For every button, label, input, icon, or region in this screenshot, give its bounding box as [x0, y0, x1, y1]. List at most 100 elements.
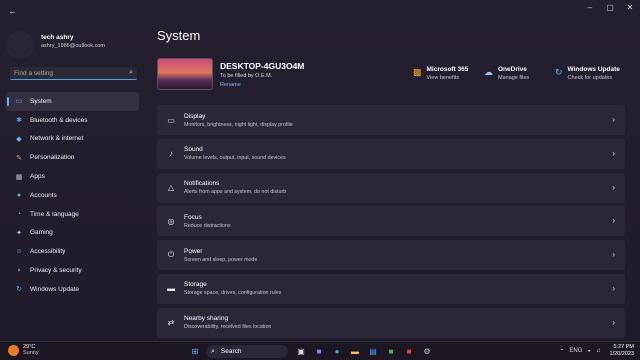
chevron-right-icon: › — [612, 115, 615, 124]
sidebar-item-windows-update[interactable]: ↻ Windows Update — [6, 280, 139, 299]
camtasia-icon[interactable]: ■ — [384, 345, 398, 359]
storage-icon: ▬ — [167, 284, 175, 294]
quick-link-subtitle: Check for updates — [567, 75, 613, 81]
settings-card-description: Reduce distractions — [184, 222, 231, 229]
quick-link-microsoft-365[interactable]: ▩ Microsoft 365 View benefits — [413, 66, 468, 81]
settings-card-title: Storage — [184, 281, 207, 289]
rename-link[interactable]: Rename — [220, 82, 241, 88]
device-wallpaper-thumbnail — [157, 58, 213, 90]
sidebar-item-label: System — [30, 97, 52, 105]
sidebar-item-privacy-security[interactable]: ◗ Privacy & security — [6, 261, 139, 280]
search-input[interactable] — [14, 69, 122, 77]
weather-widget[interactable]: 29°C Sunny — [8, 344, 39, 356]
sidebar-item-gaming[interactable]: ✦ Gaming — [6, 224, 139, 243]
page-title: System — [157, 28, 201, 43]
taskbar: 29°C Sunny ⊞ ⌕ Search ▣ ■ ● ▬ ▤ ■ ■ ⚙ ⌃ ENG ◒ ♫ 5:… — [0, 341, 640, 360]
search-icon[interactable]: ⌕ — [129, 69, 133, 77]
language-indicator[interactable]: ENG — [569, 348, 582, 354]
wifi-icon: ◆ — [16, 135, 22, 143]
minimize-button[interactable]: – — [580, 0, 600, 14]
wifi-icon[interactable]: ◒ — [587, 348, 591, 354]
shield-icon: ◗ — [16, 267, 22, 275]
sidebar-item-network-internet[interactable]: ◆ Network & internet — [6, 130, 139, 149]
settings-card-description: Storage space, drives, configuration rul… — [184, 290, 282, 297]
taskbar-apps: ⊞ ⌕ Search ▣ ■ ● ▬ ▤ ■ ■ ⚙ — [188, 344, 438, 359]
quick-link-title: Microsoft 365 — [426, 66, 469, 73]
search-icon: ⌕ — [211, 347, 215, 355]
settings-card-title: Nearby sharing — [184, 315, 229, 323]
settings-card-description: Discoverability, received files location — [184, 324, 272, 331]
task-view-icon[interactable]: ▣ — [294, 345, 308, 359]
sidebar-item-label: Apps — [30, 173, 45, 181]
settings-card-notifications[interactable]: △ Notifications Alerts from apps and syste… — [157, 172, 625, 203]
close-button[interactable]: ✕ — [620, 0, 640, 14]
quick-link-subtitle: Manage files — [498, 75, 530, 81]
device-subtitle: To be filled by O.E.M. — [220, 73, 273, 79]
settings-card-sound[interactable]: ♪ Sound Volume levels, output, input, soun… — [157, 138, 625, 169]
clock-date: 1/20/2023 — [609, 351, 634, 357]
recorder-icon[interactable]: ■ — [402, 345, 416, 359]
settings-card-storage[interactable]: ▬ Storage Storage space, drives, configura… — [157, 273, 625, 304]
chat-icon[interactable]: ■ — [312, 345, 326, 359]
edge-icon[interactable]: ● — [330, 345, 344, 359]
onedrive-icon: ☁ — [484, 67, 493, 77]
sidebar-item-personalization[interactable]: ✎ Personalization — [6, 148, 139, 167]
settings-card-description: Screen and sleep, power mode — [184, 256, 258, 263]
apps-icon: ▦ — [15, 173, 23, 181]
avatar[interactable] — [6, 31, 34, 59]
quick-link-onedrive[interactable]: ☁ OneDrive Manage files — [484, 66, 529, 81]
display-icon: ▭ — [167, 115, 175, 125]
sidebar-nav: ▭ System ✱ Bluetooth & devices ◆ Network & in… — [6, 92, 139, 299]
sidebar-item-label: Accounts — [30, 191, 57, 199]
settings-window: ← – ▢ ✕ tech ashry ashry_1986@outlook.co… — [0, 0, 640, 341]
settings-card-power[interactable]: ⏻ Power Screen and sleep, power mode › — [157, 240, 625, 271]
maximize-button[interactable]: ▢ — [600, 0, 620, 14]
store-icon[interactable]: ▤ — [366, 345, 380, 359]
quick-link-windows-update[interactable]: ↻ Windows Update Check for updates — [555, 66, 620, 81]
settings-card-nearby-sharing[interactable]: ⇄ Nearby sharing Discoverability, received… — [157, 307, 625, 338]
chevron-up-icon[interactable]: ⌃ — [559, 348, 564, 355]
sidebar-item-accessibility[interactable]: ☺ Accessibility — [6, 242, 139, 261]
taskbar-search[interactable]: ⌕ Search — [206, 345, 288, 358]
sidebar-item-label: Gaming — [30, 229, 53, 237]
sidebar-item-apps[interactable]: ▦ Apps — [6, 167, 139, 186]
file-explorer-icon[interactable]: ▬ — [348, 345, 362, 359]
device-name: DESKTOP-4GU3O4M — [220, 61, 305, 71]
sidebar-item-time-language[interactable]: ◔ Time & language — [6, 205, 139, 224]
sidebar-item-label: Accessibility — [30, 248, 66, 256]
sidebar-item-bluetooth-devices[interactable]: ✱ Bluetooth & devices — [6, 111, 139, 130]
chevron-right-icon: › — [612, 283, 615, 293]
search-box[interactable]: ⌕ — [10, 67, 137, 80]
sidebar-item-label: Time & language — [30, 210, 79, 218]
taskbar-search-label: Search — [220, 348, 242, 355]
settings-card-description: Alerts from apps and system, do not dist… — [184, 189, 287, 196]
windows-start-icon[interactable]: ⊞ — [188, 345, 202, 359]
share-icon: ⇄ — [167, 318, 175, 328]
settings-icon[interactable]: ⚙ — [420, 345, 434, 359]
settings-card-description: Volume levels, output, input, sound devi… — [184, 155, 286, 162]
clock[interactable]: 5:27 PM 1/20/2023 — [610, 344, 634, 358]
speaker-icon: ♪ — [169, 149, 173, 159]
sidebar: tech ashry ashry_1986@outlook.com ⌕ ▭ Sys… — [0, 18, 145, 340]
windows-update-icon: ↻ — [555, 67, 563, 77]
quick-link-title: OneDrive — [498, 66, 527, 73]
settings-card-focus[interactable]: ◎ Focus Reduce distractions › — [157, 206, 625, 237]
sidebar-item-label: Bluetooth & devices — [30, 116, 88, 124]
bluetooth-icon: ✱ — [16, 117, 22, 125]
settings-card-display[interactable]: ▭ Display Monitors, brightness, night ligh… — [157, 105, 625, 135]
settings-list: ▭ Display Monitors, brightness, night ligh… — [157, 105, 625, 342]
bell-icon: △ — [167, 183, 175, 193]
volume-icon[interactable]: ♫ — [596, 348, 601, 354]
settings-card-title: Sound — [184, 146, 203, 154]
sidebar-item-label: Personalization — [30, 154, 75, 162]
update-icon: ↻ — [16, 286, 22, 294]
settings-card-title: Notifications — [184, 180, 220, 188]
chevron-right-icon: › — [612, 216, 615, 226]
sidebar-item-accounts[interactable]: ● Accounts — [6, 186, 139, 205]
back-arrow-icon[interactable]: ← — [8, 6, 17, 16]
brush-icon: ✎ — [16, 154, 22, 162]
sidebar-item-system[interactable]: ▭ System — [6, 92, 139, 111]
sun-icon — [8, 344, 19, 356]
accessibility-icon: ☺ — [15, 248, 23, 256]
sidebar-item-label: Network & internet — [30, 135, 84, 143]
